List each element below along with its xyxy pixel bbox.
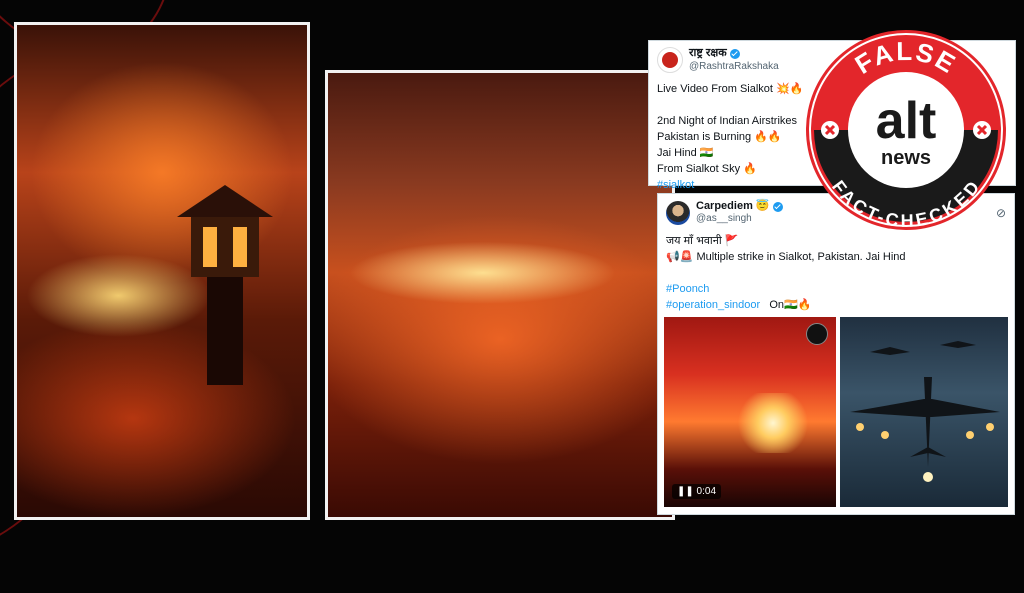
tweet-author-name: राष्ट्र रक्षक (689, 47, 727, 60)
tweet-author-handle: @as__singh (696, 213, 752, 225)
hashtag-link[interactable]: #Poonch (666, 281, 1006, 297)
tweet-author-name: Carpediem 😇 (696, 200, 770, 212)
tweet-image-jets[interactable] (840, 317, 1008, 507)
tweet-text-line: जय माँ भवानी 🚩 (666, 235, 739, 248)
avatar (657, 47, 683, 73)
channel-logo-icon (806, 323, 828, 345)
tweet-video[interactable]: ❚❚ 0:04 (664, 317, 836, 507)
altnews-false-badge: FALSE FACT-CHECKED alt news (806, 30, 1006, 231)
fighter-jets-illustration (850, 341, 1000, 482)
verified-badge-icon (729, 49, 740, 59)
badge-logo-alt: alt (876, 92, 937, 150)
fire-photo-lantern (14, 22, 310, 520)
fire-photo-aerial (325, 70, 675, 520)
tweet-text-line: 📢🚨 Multiple strike in Sialkot, Pakistan.… (666, 251, 906, 264)
video-timestamp: ❚❚ 0:04 (672, 484, 722, 499)
tweet-author-handle: @RashtraRakshaka (689, 60, 779, 72)
cross-icon (973, 121, 991, 139)
tweet-text-blank (666, 265, 1006, 281)
cross-icon (821, 121, 839, 139)
explosion-flash (732, 393, 813, 453)
hashtag-link[interactable]: #operation_sindoor (666, 299, 760, 311)
avatar (666, 200, 690, 225)
badge-logo-news: news (881, 147, 931, 169)
lantern-silhouette (177, 185, 273, 385)
tweet-card-carpediem[interactable]: Carpediem 😇 @as__singh ⊘ जय माँ भवानी 🚩 … (657, 193, 1015, 515)
tweet-text-suffix: On🇮🇳🔥 (769, 299, 812, 312)
verified-badge-icon (772, 201, 783, 212)
